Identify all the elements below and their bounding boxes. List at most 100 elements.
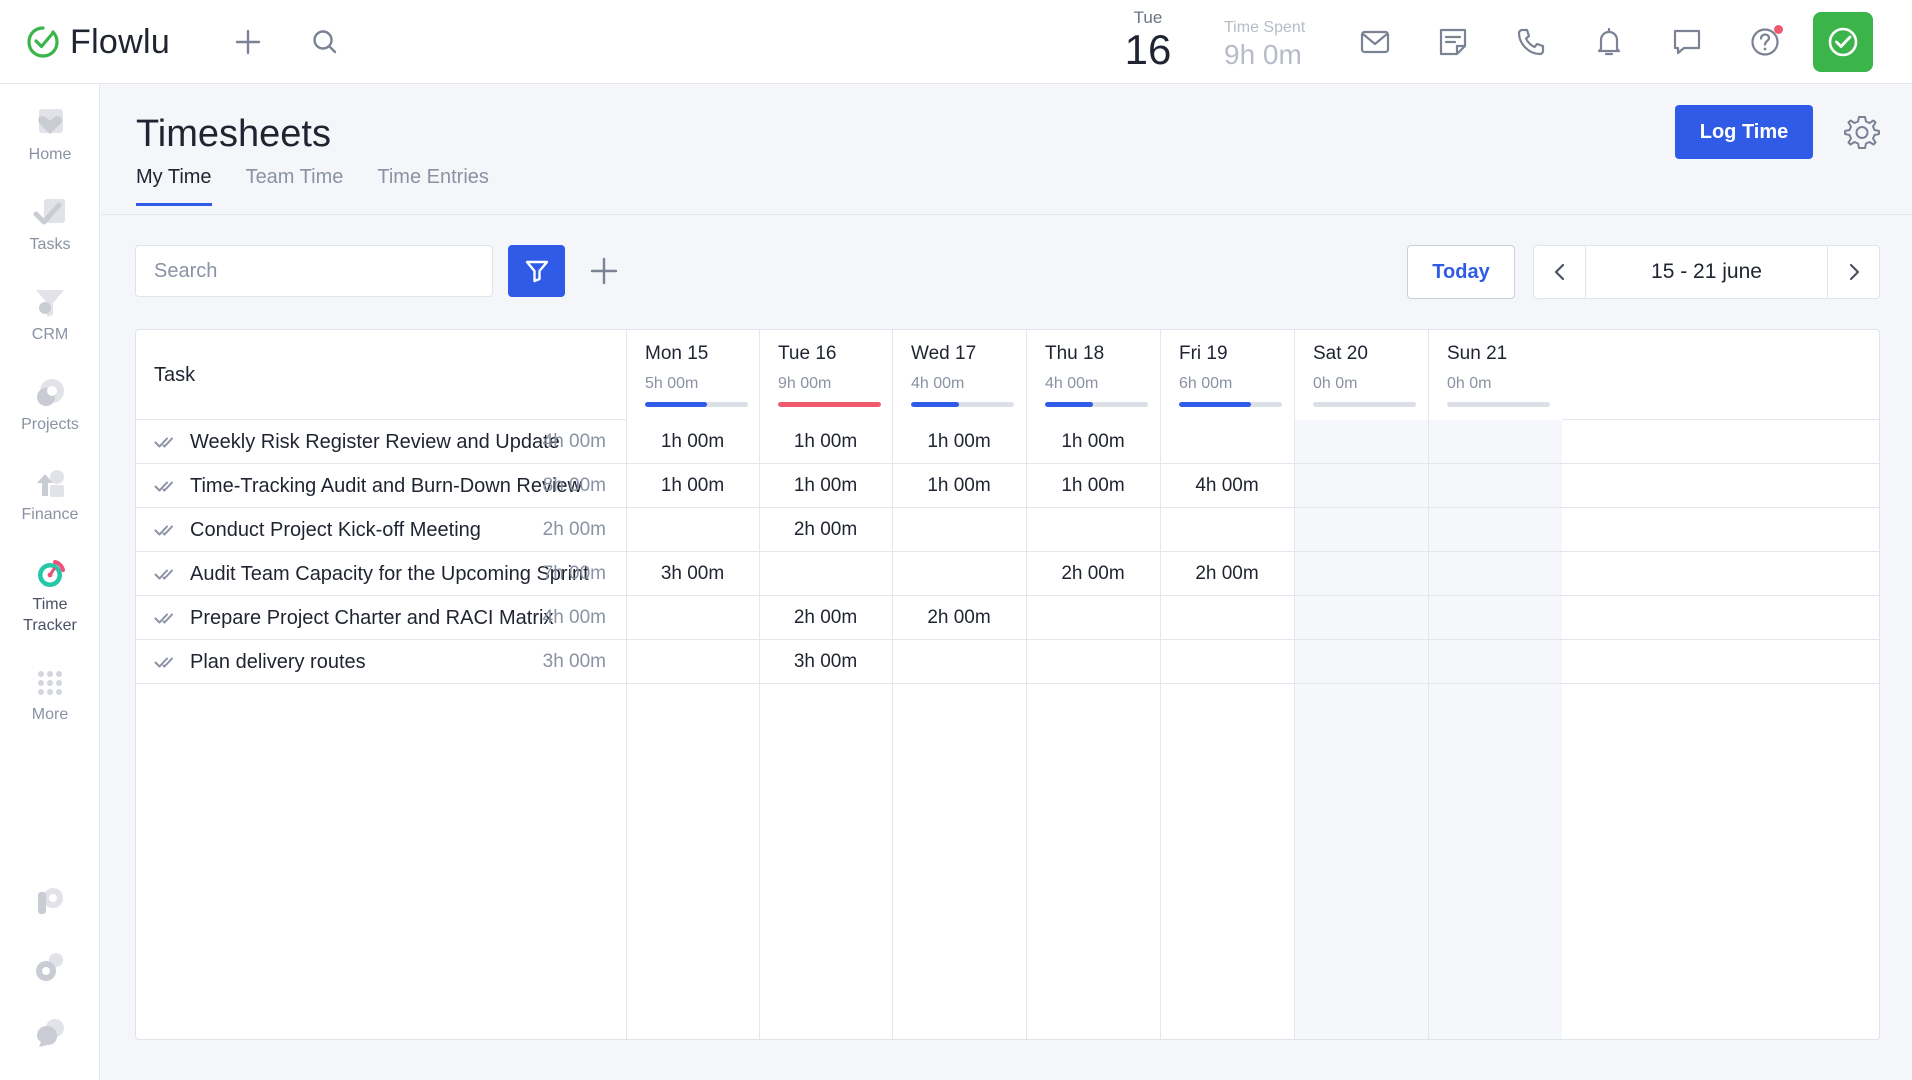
sidebar-item-tasks[interactable]: Tasks [0, 196, 100, 255]
day-header[interactable]: Sun 21 0h 0m [1429, 330, 1562, 420]
time-cell[interactable] [626, 640, 759, 684]
time-cell[interactable] [1026, 508, 1160, 552]
time-cell[interactable] [1428, 552, 1562, 596]
day-name: Sun 21 [1447, 343, 1508, 364]
day-progress-bar [778, 402, 881, 407]
time-cell[interactable] [892, 508, 1026, 552]
task-name-cell[interactable]: Conduct Project Kick-off Meeting [154, 508, 481, 552]
chat-icon[interactable] [1670, 25, 1704, 59]
sidebar-item-time-tracker[interactable]: Time Tracker [0, 556, 100, 636]
current-date: Tue 16 [1120, 8, 1176, 72]
time-cell[interactable]: 2h 00m [759, 596, 892, 640]
mail-icon[interactable] [1358, 25, 1392, 59]
date-range-label[interactable]: 15 - 21 june [1586, 246, 1827, 298]
bell-icon[interactable] [1592, 25, 1626, 59]
time-cell[interactable] [1160, 508, 1294, 552]
timesheet-grid: Task Mon 15 5h 00m Tue 16 9h 00m Wed 17 4h 00… [135, 329, 1880, 1040]
table-row: Prepare Project Charter and RACI Matrix 4… [136, 596, 1879, 640]
plus-icon[interactable] [231, 25, 265, 59]
notes-icon[interactable] [1436, 25, 1470, 59]
tab-team-time[interactable]: Team Time [246, 165, 344, 206]
time-cell[interactable] [1026, 596, 1160, 640]
sidebar-support[interactable] [0, 1016, 100, 1050]
time-cell[interactable] [1294, 596, 1428, 640]
time-cell[interactable] [1428, 420, 1562, 464]
day-header[interactable]: Sat 20 0h 0m [1295, 330, 1428, 420]
day-hours: 4h 00m [1045, 375, 1099, 392]
time-cell[interactable] [1294, 420, 1428, 464]
log-time-button[interactable]: Log Time [1675, 105, 1813, 159]
phone-icon[interactable] [1514, 25, 1548, 59]
time-cell[interactable] [1428, 508, 1562, 552]
tab-time-entries[interactable]: Time Entries [377, 165, 489, 206]
day-header[interactable]: Tue 16 9h 00m [760, 330, 892, 420]
time-cell[interactable] [1160, 420, 1294, 464]
time-cell[interactable] [1160, 640, 1294, 684]
time-tracker-app-button[interactable] [1813, 12, 1873, 72]
sidebar-item-more[interactable]: More [0, 666, 100, 725]
time-cell[interactable] [1428, 640, 1562, 684]
task-total: 8h 00m [542, 475, 606, 496]
day-hours: 9h 00m [778, 375, 832, 392]
time-cell[interactable] [626, 596, 759, 640]
task-name-cell[interactable]: Plan delivery routes [154, 640, 366, 684]
time-cell[interactable]: 1h 00m [1026, 420, 1160, 464]
time-spent-value: 9h 0m [1224, 39, 1302, 70]
time-cell[interactable]: 3h 00m [759, 640, 892, 684]
prev-week-button[interactable] [1534, 246, 1586, 298]
sidebar-item-finance[interactable]: Finance [0, 466, 100, 525]
task-total: 4h 00m [542, 431, 606, 452]
sidebar-item-crm[interactable]: CRM [0, 286, 100, 345]
gear-icon[interactable] [1843, 113, 1881, 151]
sidebar-integrations[interactable] [0, 884, 100, 918]
search-icon[interactable] [308, 25, 342, 59]
next-week-button[interactable] [1827, 246, 1879, 298]
time-cell[interactable]: 1h 00m [1026, 464, 1160, 508]
day-header[interactable]: Fri 19 6h 00m [1161, 330, 1294, 420]
time-cell[interactable] [1026, 640, 1160, 684]
time-cell[interactable]: 1h 00m [626, 464, 759, 508]
time-cell[interactable] [1294, 508, 1428, 552]
time-cell[interactable] [759, 552, 892, 596]
time-cell[interactable]: 1h 00m [626, 420, 759, 464]
date-day: 16 [1124, 26, 1172, 73]
day-header[interactable]: Thu 18 4h 00m [1027, 330, 1160, 420]
double-check-icon [154, 657, 173, 668]
table-row: Weekly Risk Register Review and Update 4h… [136, 420, 1879, 464]
time-cell[interactable]: 2h 00m [1026, 552, 1160, 596]
time-cell[interactable]: 3h 00m [626, 552, 759, 596]
today-button[interactable]: Today [1407, 245, 1515, 299]
day-header[interactable]: Mon 15 5h 00m [627, 330, 759, 420]
sidebar-settings[interactable] [0, 950, 100, 984]
tab-my-time[interactable]: My Time [136, 165, 212, 206]
time-cell[interactable] [1294, 552, 1428, 596]
time-cell[interactable] [892, 640, 1026, 684]
time-cell[interactable]: 2h 00m [892, 596, 1026, 640]
time-cell[interactable]: 1h 00m [892, 464, 1026, 508]
time-cell[interactable] [1428, 596, 1562, 640]
time-cell[interactable] [1160, 596, 1294, 640]
task-column-header: Task [154, 363, 196, 386]
sidebar-item-projects[interactable]: Projects [0, 376, 100, 435]
search-input[interactable] [135, 245, 493, 297]
time-cell[interactable] [892, 552, 1026, 596]
time-cell[interactable]: 1h 00m [892, 420, 1026, 464]
time-cell[interactable] [626, 508, 759, 552]
time-cell[interactable] [1294, 464, 1428, 508]
add-entry-plus-icon[interactable] [585, 252, 623, 290]
time-cell[interactable] [1294, 640, 1428, 684]
time-cell[interactable]: 4h 00m [1160, 464, 1294, 508]
sidebar-item-home[interactable]: Home [0, 106, 100, 165]
filter-button[interactable] [508, 245, 565, 297]
time-cell[interactable]: 2h 00m [759, 508, 892, 552]
time-cell[interactable]: 2h 00m [1160, 552, 1294, 596]
day-header[interactable]: Wed 17 4h 00m [893, 330, 1026, 420]
time-cell[interactable] [1428, 464, 1562, 508]
day-name: Tue 16 [778, 343, 837, 364]
sidebar-label-time-tracker: Time Tracker [23, 596, 77, 634]
time-cell[interactable]: 1h 00m [759, 464, 892, 508]
app-logo[interactable]: Flowlu [26, 22, 170, 62]
time-cell[interactable]: 1h 00m [759, 420, 892, 464]
day-progress-fill [1179, 402, 1251, 407]
day-progress-bar [1313, 402, 1416, 407]
